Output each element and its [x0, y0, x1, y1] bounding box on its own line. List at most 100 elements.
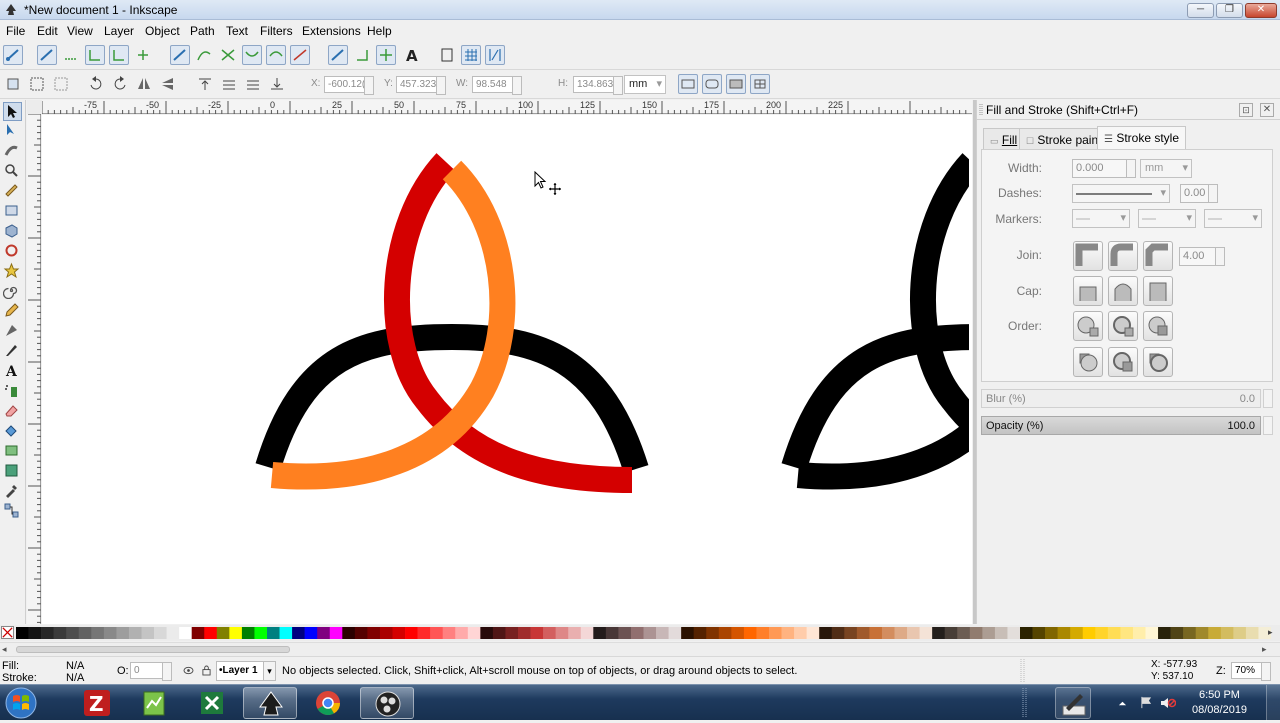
palette-swatch[interactable] [656, 627, 669, 639]
pencil-tool-icon[interactable] [3, 302, 22, 321]
zoom-field[interactable]: 70% [1231, 662, 1271, 681]
gradient-tool-icon[interactable] [3, 442, 22, 461]
show-desktop-button[interactable] [1266, 685, 1280, 721]
palette-swatch[interactable] [229, 627, 243, 639]
select-all-icon[interactable] [3, 74, 23, 94]
snap-page-border-icon[interactable] [437, 45, 457, 65]
palette-swatch[interactable] [1208, 627, 1222, 639]
start-button[interactable] [4, 686, 44, 720]
deselect-icon[interactable] [51, 74, 71, 94]
opacity-spin-arrows[interactable] [1263, 416, 1273, 435]
menu-layer[interactable]: Layer [104, 24, 134, 38]
layer-dropdown[interactable]: •Layer 1 ▾ [216, 661, 276, 681]
palette-swatch[interactable] [154, 627, 167, 639]
palette-swatch[interactable] [1145, 627, 1159, 639]
palette-swatch[interactable] [593, 627, 607, 639]
snap-path-icon[interactable] [194, 45, 214, 65]
stroke-indicator-value[interactable]: N/A [66, 672, 84, 684]
dashes-dropdown[interactable] [1072, 184, 1170, 203]
palette-swatch[interactable] [304, 627, 318, 639]
scroll-right-arrow[interactable]: ▸ [1262, 644, 1267, 655]
horizontal-ruler[interactable]: -75 -50 -25 0 25 50 75 100 125 150 175 2… [42, 100, 972, 114]
taskbar-pen-input-button[interactable] [1055, 687, 1091, 719]
palette-swatch[interactable] [317, 627, 331, 639]
snap-grid-icon[interactable] [461, 45, 481, 65]
palette-swatch[interactable] [1245, 627, 1259, 639]
palette-swatch[interactable] [1007, 627, 1021, 639]
menu-edit[interactable]: Edit [37, 24, 58, 38]
dock-iconify-button[interactable]: ⊡ [1239, 103, 1253, 117]
palette-swatch[interactable] [932, 627, 945, 639]
mid-marker-dropdown[interactable] [1138, 209, 1196, 228]
scroll-thumb[interactable] [16, 646, 290, 653]
star-tool-icon[interactable] [3, 262, 22, 281]
palette-swatch[interactable] [957, 627, 971, 639]
snap-bbox-midpoint-icon[interactable] [109, 45, 129, 65]
fill-indicator-value[interactable]: N/A [66, 660, 84, 672]
butt-cap-button[interactable] [1073, 276, 1103, 306]
y-field[interactable]: 457.323 [396, 76, 446, 95]
palette-swatch[interactable] [881, 627, 895, 639]
palette-scroll-arrow[interactable]: ▸ [1268, 627, 1280, 639]
palette-swatch[interactable] [204, 627, 218, 639]
menu-filters[interactable]: Filters [260, 24, 293, 38]
snap-smooth-icon[interactable] [266, 45, 286, 65]
blur-slider[interactable]: Blur (%) 0.0 [981, 389, 1261, 408]
stroke-width-unit-dropdown[interactable]: mm [1140, 159, 1192, 178]
palette-swatch[interactable] [41, 627, 54, 639]
palette-swatch[interactable] [1020, 627, 1033, 639]
palette-swatch[interactable] [518, 627, 531, 639]
palette-swatch[interactable] [103, 627, 117, 639]
menu-text[interactable]: Text [226, 24, 248, 38]
snap-object-center-icon[interactable] [352, 45, 372, 65]
palette-swatch[interactable] [392, 627, 406, 639]
palette-swatch[interactable] [693, 627, 707, 639]
palette-swatch[interactable] [78, 627, 92, 639]
pen-tool-icon[interactable] [3, 322, 22, 341]
close-button[interactable]: ✕ [1245, 3, 1277, 18]
maximize-button[interactable]: ❐ [1216, 3, 1243, 18]
vertical-ruler[interactable] [27, 114, 41, 624]
order-stroke-markers-fill-button[interactable] [1108, 347, 1138, 377]
palette-swatch[interactable] [555, 627, 569, 639]
palette-swatch[interactable] [128, 627, 142, 639]
palette-swatch[interactable] [543, 627, 556, 639]
palette-swatch[interactable] [769, 627, 782, 639]
palette-swatch[interactable] [844, 627, 858, 639]
palette-swatch[interactable] [668, 627, 682, 639]
rotate-ccw-icon[interactable] [86, 74, 106, 94]
palette-swatch[interactable] [630, 627, 644, 639]
node-tool-icon[interactable] [3, 122, 22, 141]
dock-close-button[interactable]: ✕ [1260, 103, 1274, 117]
w-field[interactable]: 98.548 [472, 76, 522, 95]
raise-icon[interactable] [219, 74, 239, 94]
palette-swatch[interactable] [216, 627, 230, 639]
snap-bbox-edge-icon[interactable] [61, 45, 81, 65]
snap-rotation-center-icon[interactable] [376, 45, 396, 65]
palette-swatch[interactable] [505, 627, 519, 639]
taskbar-clock-date[interactable]: 08/08/2019 [1192, 704, 1247, 716]
palette-swatch[interactable] [982, 627, 996, 639]
palette-swatch[interactable] [1070, 627, 1084, 639]
measure-tool-icon[interactable] [3, 182, 22, 201]
palette-swatch[interactable] [405, 627, 418, 639]
palette-swatch[interactable] [292, 627, 305, 639]
square-cap-button[interactable] [1143, 276, 1173, 306]
text-tool-icon[interactable]: A [3, 362, 22, 381]
opacity-status-field[interactable]: 0 [130, 662, 172, 681]
palette-swatch[interactable] [731, 627, 745, 639]
snap-cusp-icon[interactable] [242, 45, 262, 65]
selector-tool-icon[interactable] [3, 102, 22, 121]
palette-swatch[interactable] [267, 627, 280, 639]
tab-fill[interactable]: ▭ Fill [983, 128, 1025, 150]
tab-stroke-style[interactable]: ☰ Stroke style [1097, 126, 1187, 150]
palette-swatch[interactable] [681, 627, 694, 639]
palette-swatch[interactable] [1082, 627, 1096, 639]
palette-swatch[interactable] [1195, 627, 1209, 639]
order-markers-stroke-fill-button[interactable] [1143, 347, 1173, 377]
palette-swatch[interactable] [329, 627, 343, 639]
palette-swatch[interactable] [342, 627, 356, 639]
palette-swatch[interactable] [241, 627, 255, 639]
round-join-button[interactable] [1108, 241, 1138, 271]
palette-swatch[interactable] [179, 627, 192, 639]
